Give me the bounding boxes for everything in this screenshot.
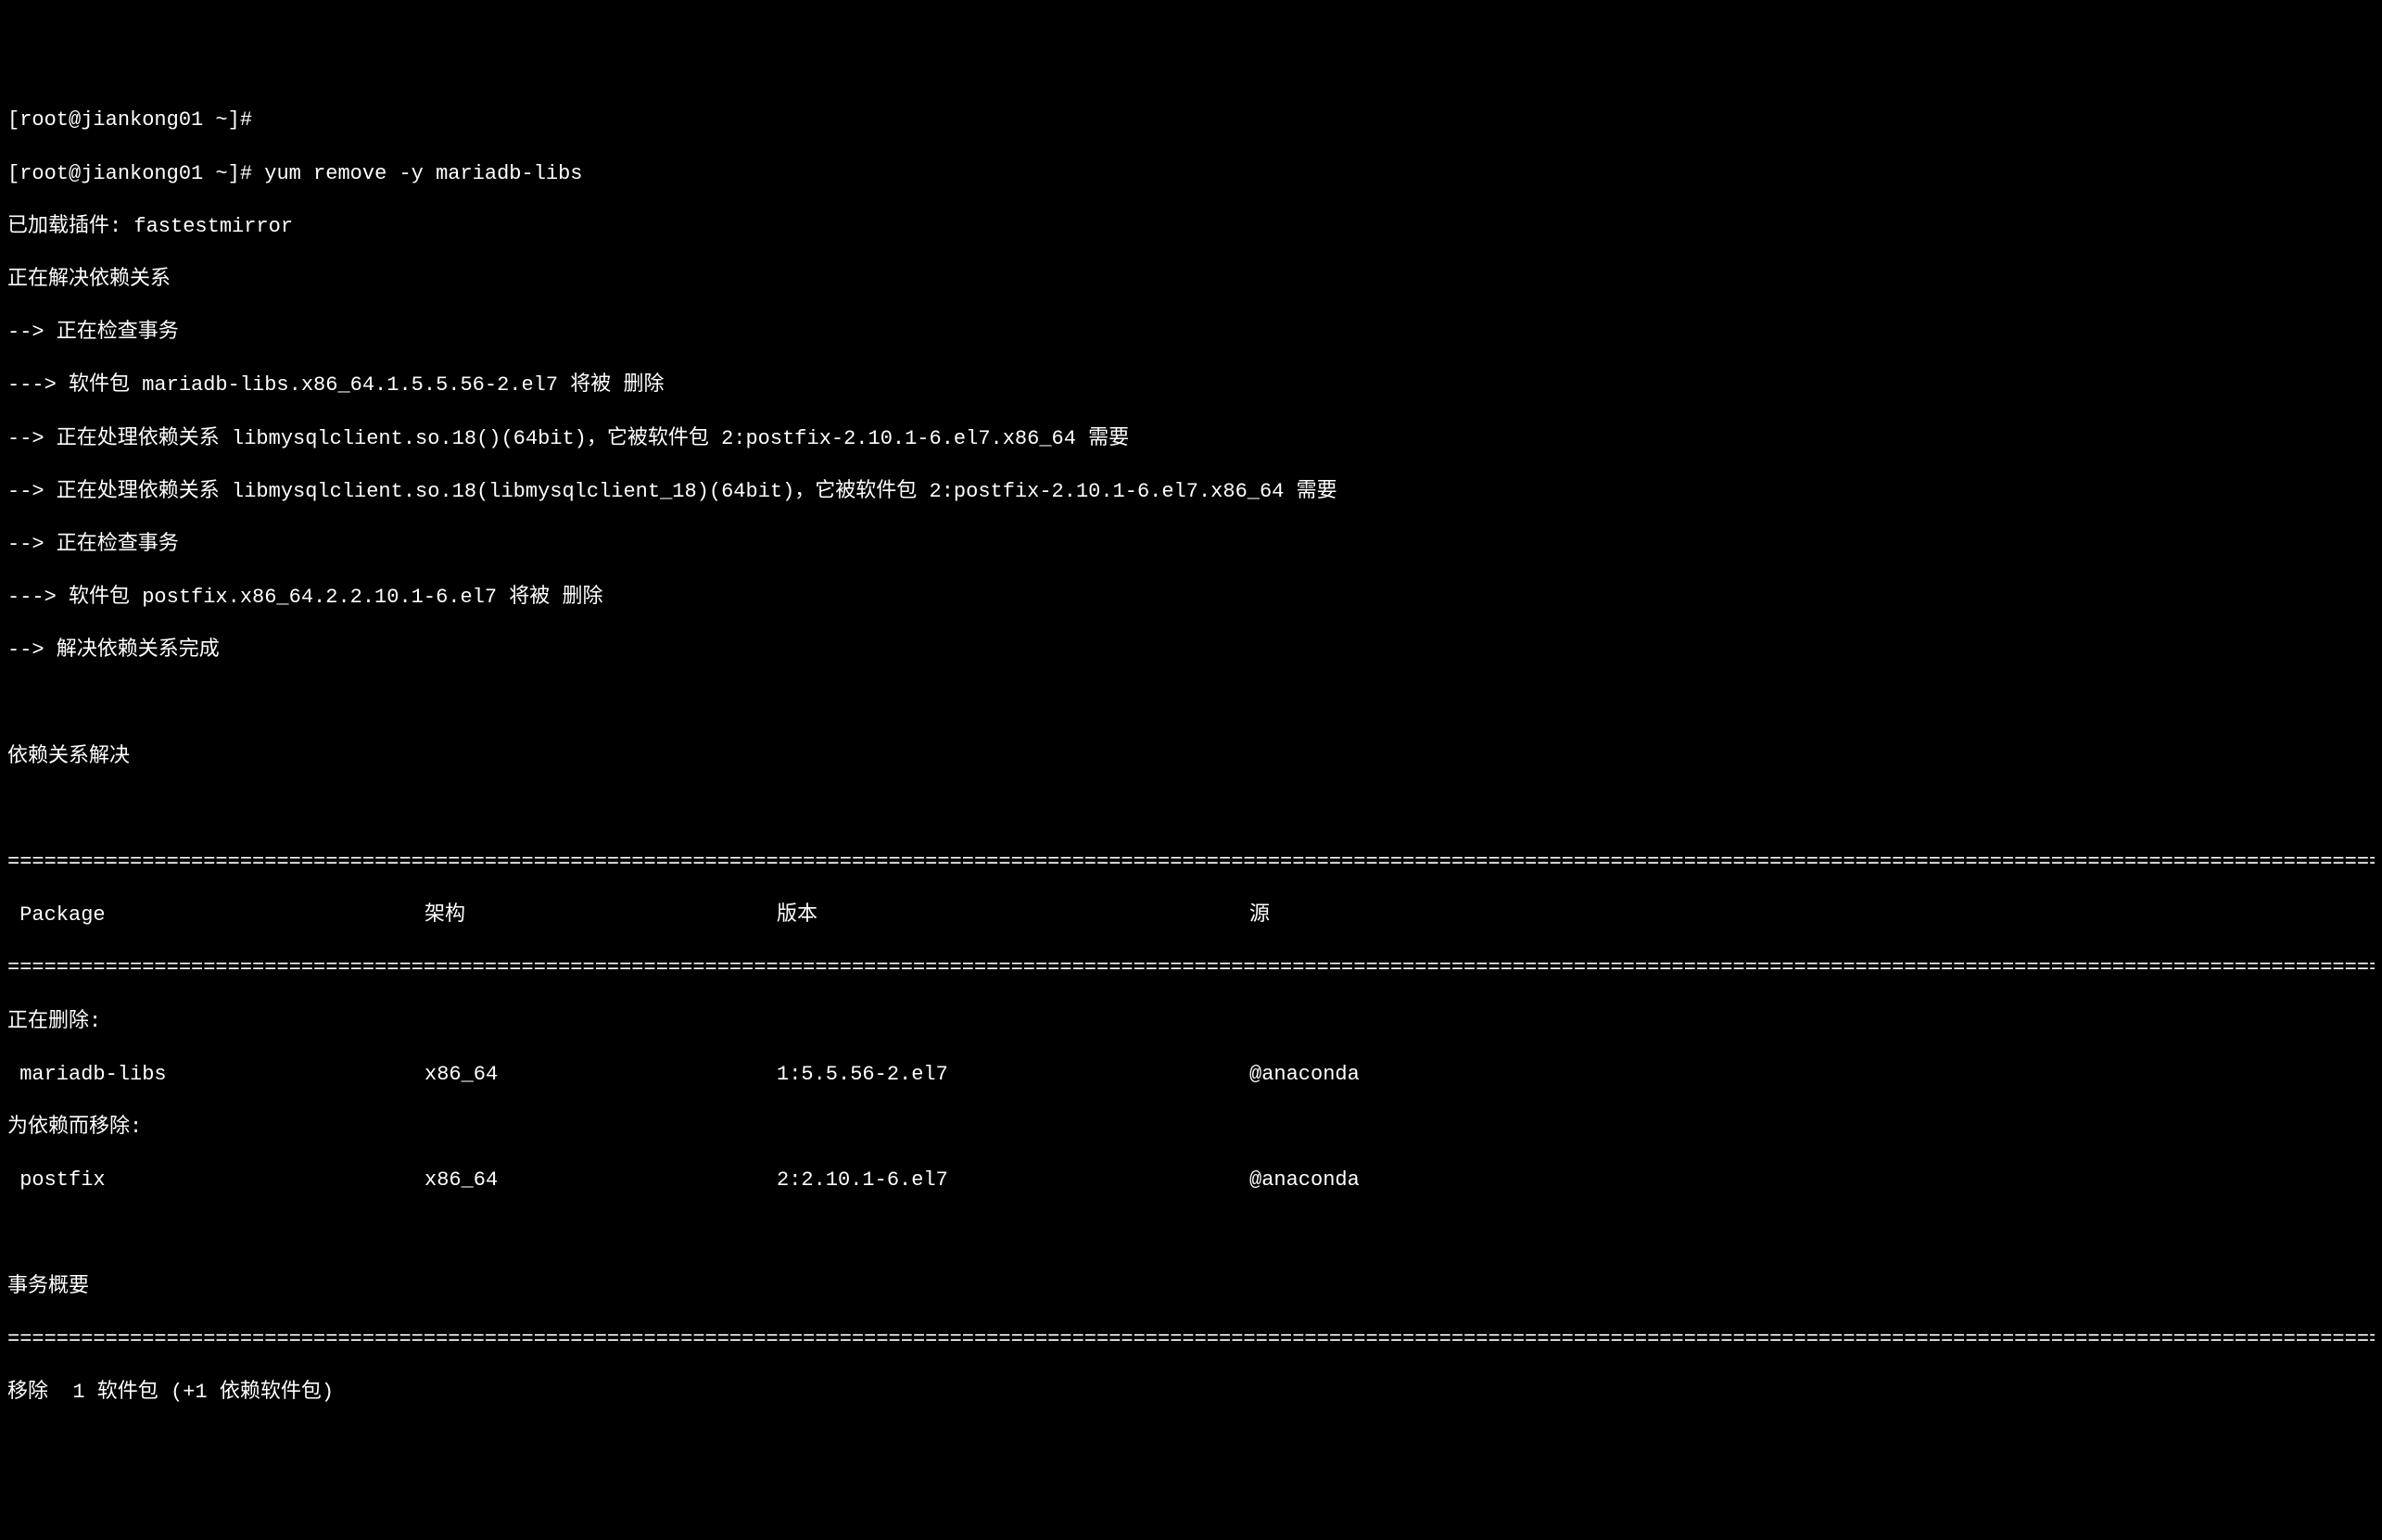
blank-line <box>7 1220 2375 1247</box>
output-dep-libmysql1: --> 正在处理依赖关系 libmysqlclient.so.18()(64bi… <box>7 426 2375 453</box>
removing-deps-section-label: 为依赖而移除: <box>7 1115 2375 1142</box>
header-arch: 架构 <box>424 903 777 929</box>
cell-arch: x86_64 <box>424 1168 777 1194</box>
table-divider-top: ========================================… <box>7 850 2375 877</box>
summary-label: 事务概要 <box>7 1274 2375 1301</box>
cell-arch: x86_64 <box>424 1062 777 1089</box>
cell-package: mariadb-libs <box>7 1062 424 1089</box>
table-divider-header: ========================================… <box>7 955 2375 982</box>
table-row: mariadb-libs x86_64 1:5.5.56-2.el7 @anac… <box>7 1062 2375 1089</box>
cell-version: 1:5.5.56-2.el7 <box>777 1062 1249 1089</box>
deps-resolved-label: 依赖关系解决 <box>7 744 2375 771</box>
output-package-postfix: ---> 软件包 postfix.x86_64.2.2.10.1-6.el7 将… <box>7 585 2375 612</box>
remove-summary: 移除 1 软件包 (+1 依赖软件包) <box>7 1380 2375 1407</box>
blank-line <box>7 690 2375 717</box>
output-dep-libmysql2: --> 正在处理依赖关系 libmysqlclient.so.18(libmys… <box>7 479 2375 506</box>
output-checking-trans2: --> 正在检查事务 <box>7 532 2375 559</box>
output-resolving-deps: 正在解决依赖关系 <box>7 267 2375 294</box>
output-plugin-loaded: 已加载插件: fastestmirror <box>7 214 2375 241</box>
cell-package: postfix <box>7 1168 424 1194</box>
removing-section-label: 正在删除: <box>7 1009 2375 1036</box>
blank-line <box>7 797 2375 824</box>
output-package-mariadb: ---> 软件包 mariadb-libs.x86_64.1.5.5.56-2.… <box>7 372 2375 399</box>
cell-source: @anaconda <box>1249 1062 2375 1089</box>
output-deps-done: --> 解决依赖关系完成 <box>7 637 2375 664</box>
table-divider-bottom: ========================================… <box>7 1327 2375 1354</box>
cell-version: 2:2.10.1-6.el7 <box>777 1168 1249 1194</box>
output-checking-trans: --> 正在检查事务 <box>7 320 2375 347</box>
header-source: 源 <box>1249 903 2375 929</box>
table-row: postfix x86_64 2:2.10.1-6.el7 @anaconda <box>7 1168 2375 1194</box>
shell-command[interactable]: [root@jiankong01 ~]# yum remove -y maria… <box>7 161 2375 188</box>
header-version: 版本 <box>777 903 1249 929</box>
table-header-row: Package 架构 版本 源 <box>7 903 2375 929</box>
cell-source: @anaconda <box>1249 1168 2375 1194</box>
header-package: Package <box>7 903 424 929</box>
shell-prompt-empty: [root@jiankong01 ~]# <box>7 107 2375 134</box>
